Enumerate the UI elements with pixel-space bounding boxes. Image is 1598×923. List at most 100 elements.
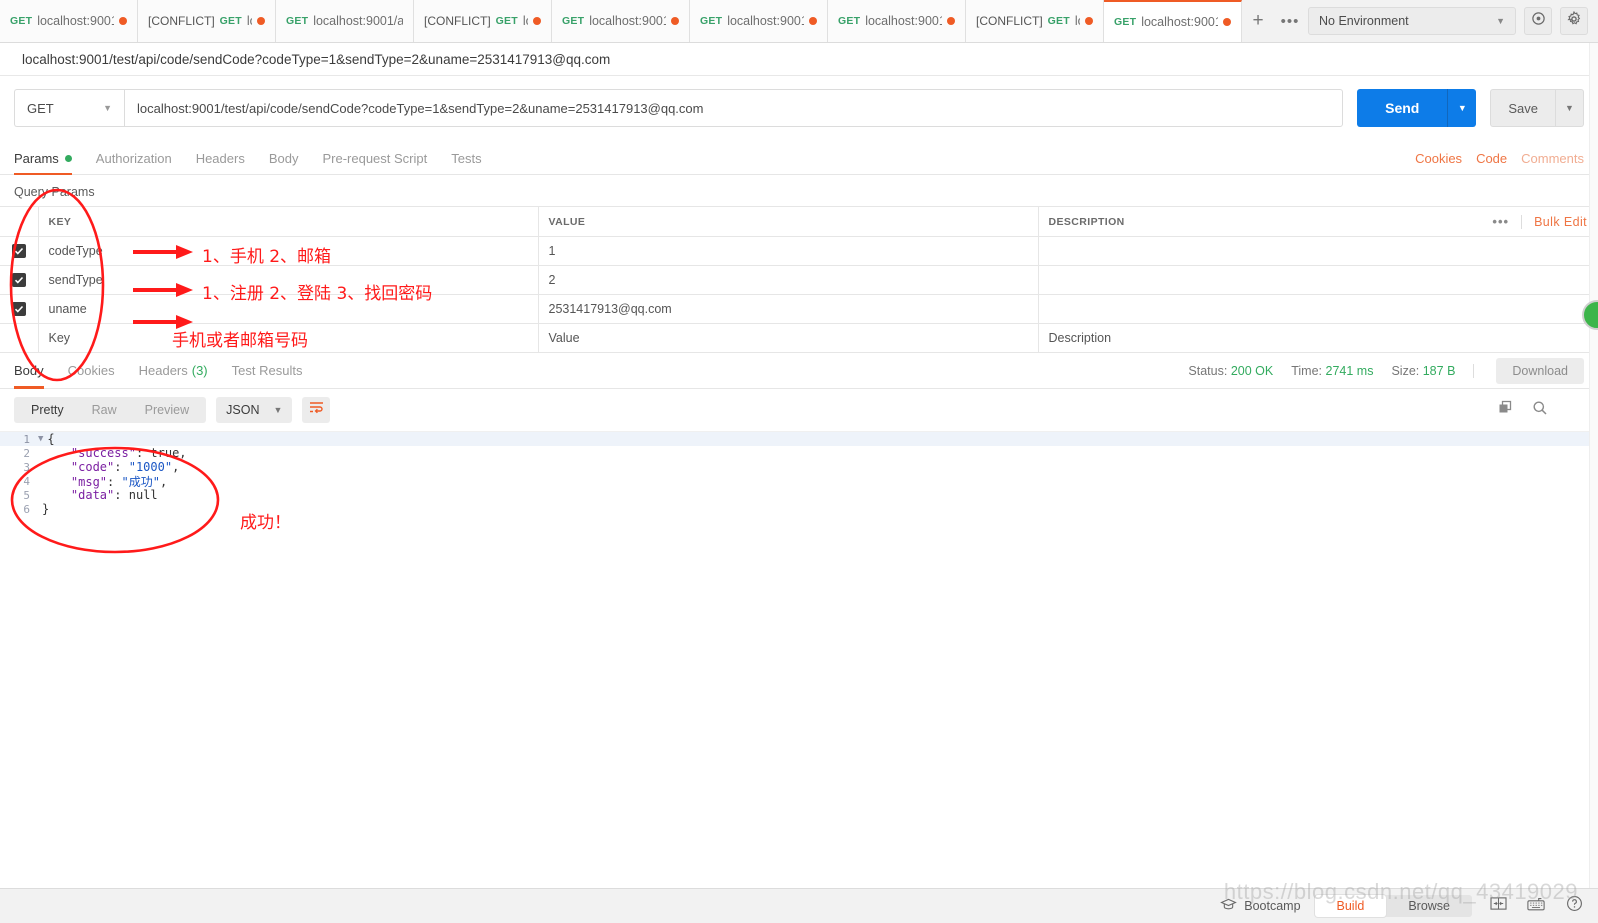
param-value-cell[interactable]: 2 — [537, 265, 1039, 295]
response-tab-headers[interactable]: Headers (3) — [127, 353, 220, 389]
environment-quick-look-button[interactable] — [1524, 7, 1552, 35]
tab-pre-request-script[interactable]: Pre-request Script — [310, 151, 439, 174]
request-tab-6[interactable]: GET localhost:9001/ — [690, 0, 828, 42]
send-button-group: Send ▼ — [1357, 89, 1477, 127]
http-method-value: GET — [27, 100, 54, 116]
tab-method: GET — [10, 15, 33, 27]
cookies-link[interactable]: Cookies — [1415, 151, 1462, 166]
line-number: 3 — [23, 460, 30, 474]
new-tab-button[interactable]: + — [1242, 0, 1274, 42]
tab-conflict-prefix: [CONFLICT] — [976, 14, 1043, 28]
response-body-viewer[interactable]: 1 ▼ { 2 "success": true, 3 "code": "1000… — [0, 431, 1598, 866]
bulk-edit-button[interactable]: Bulk Edit — [1534, 215, 1587, 229]
line-number: 4 — [23, 474, 30, 488]
new-param-value-input[interactable]: Value — [537, 323, 1039, 353]
line-content: "data": null — [70, 488, 158, 502]
unsaved-dot-icon — [947, 17, 955, 25]
vertical-scrollbar[interactable] — [1589, 43, 1598, 888]
param-description-cell[interactable] — [1037, 236, 1598, 266]
line-content: "msg": "成功", — [70, 474, 168, 489]
response-tab-body[interactable]: Body — [14, 353, 56, 389]
view-mode-preview[interactable]: Preview — [131, 399, 203, 421]
tab-authorization[interactable]: Authorization — [84, 151, 184, 174]
http-method-select[interactable]: GET ▼ — [14, 89, 124, 127]
request-tab-2[interactable]: [CONFLICT] GET loca — [138, 0, 276, 42]
request-tab-4[interactable]: [CONFLICT] GET loca — [414, 0, 552, 42]
status-value: 200 OK — [1230, 363, 1274, 378]
status-label: Status: — [1188, 363, 1228, 378]
new-param-description-input[interactable]: Description — [1037, 323, 1598, 353]
settings-button[interactable] — [1560, 7, 1588, 35]
code-line: 5 "data": null — [0, 488, 1598, 502]
response-format-select[interactable]: JSON ▼ — [216, 397, 293, 423]
view-mode-pretty[interactable]: Pretty — [17, 399, 78, 421]
tab-label: loca — [246, 14, 252, 28]
word-wrap-button[interactable] — [302, 397, 331, 423]
request-tab-5[interactable]: GET localhost:9001/ — [552, 0, 690, 42]
param-value-cell[interactable]: 1 — [537, 236, 1039, 266]
code-line: 2 "success": true, — [0, 446, 1598, 460]
tab-body[interactable]: Body — [257, 151, 311, 174]
tab-method: GET — [495, 15, 518, 27]
code-line: 3 "code": "1000", — [0, 460, 1598, 474]
header-description-label: DESCRIPTION — [1048, 215, 1125, 228]
row-checkbox-checked[interactable] — [11, 244, 26, 259]
line-content: { — [47, 432, 55, 446]
tab-conflict-prefix: [CONFLICT] — [148, 14, 215, 28]
time-metric: Time: 2741 ms — [1291, 364, 1373, 378]
param-description-cell[interactable] — [1037, 265, 1598, 295]
tab-tests[interactable]: Tests — [439, 151, 493, 174]
save-button-group: Save ▼ — [1490, 89, 1584, 127]
response-tab-test-results[interactable]: Test Results — [220, 353, 315, 389]
tab-options-button[interactable]: ••• — [1274, 0, 1306, 42]
line-number: 5 — [23, 488, 30, 502]
divider — [1473, 363, 1475, 378]
size-value: 187 B — [1422, 363, 1456, 378]
send-button[interactable]: Send — [1357, 89, 1449, 127]
view-mode-raw[interactable]: Raw — [78, 399, 131, 421]
request-url-input[interactable]: localhost:9001/test/api/code/sendCode?co… — [124, 89, 1344, 127]
row-checkbox-cell[interactable] — [0, 294, 39, 324]
row-checkbox-cell-empty[interactable] — [0, 323, 39, 353]
copy-button[interactable] — [1498, 400, 1514, 421]
row-checkbox-cell[interactable] — [0, 236, 39, 266]
save-options-button[interactable]: ▼ — [1556, 89, 1584, 127]
response-tab-bar: Body Cookies Headers (3) Test Results St… — [0, 353, 1598, 389]
tab-params[interactable]: Params — [14, 151, 84, 175]
download-button[interactable]: Download — [1496, 357, 1584, 384]
line-content: } — [42, 502, 50, 516]
search-button[interactable] — [1532, 400, 1548, 421]
tab-headers[interactable]: Headers — [184, 151, 257, 174]
request-tab-9-active[interactable]: GET localhost:9001/ — [1104, 0, 1242, 42]
copy-icon — [1498, 400, 1514, 420]
code-link[interactable]: Code — [1476, 151, 1507, 166]
response-tab-cookies[interactable]: Cookies — [56, 353, 127, 389]
param-value-cell[interactable]: 2531417913@qq.com — [537, 294, 1039, 324]
word-wrap-icon — [309, 401, 324, 419]
tab-method: GET — [219, 15, 242, 27]
environment-selector[interactable]: No Environment ▼ — [1308, 7, 1516, 35]
tab-strip: GET localhost:9001/ [CONFLICT] GET loca … — [0, 0, 1306, 42]
request-tab-8[interactable]: [CONFLICT] GET loca — [966, 0, 1104, 42]
param-description-cell[interactable] — [1037, 294, 1598, 324]
comments-link[interactable]: Comments — [1521, 151, 1584, 166]
tab-label: localhost:9001/ — [727, 14, 804, 28]
header-description: DESCRIPTION ••• Bulk Edit — [1037, 206, 1598, 237]
unsaved-dot-icon — [119, 17, 127, 25]
tab-method: GET — [1047, 15, 1070, 27]
row-checkbox-checked[interactable] — [11, 302, 26, 317]
request-tab-1[interactable]: GET localhost:9001/ — [0, 0, 138, 42]
row-checkbox-checked[interactable] — [11, 273, 26, 288]
annotation-note-sendtype: 1、注册 2、登陆 3、找回密码 — [202, 284, 433, 304]
params-more-button[interactable]: ••• — [1492, 214, 1509, 229]
request-tab-7[interactable]: GET localhost:9001/ — [828, 0, 966, 42]
row-checkbox-cell[interactable] — [0, 265, 39, 295]
tab-label: localhost:9001/aiw — [313, 14, 403, 28]
request-tab-3[interactable]: GET localhost:9001/aiw — [276, 0, 414, 42]
tab-method: GET — [700, 15, 723, 27]
tab-method: GET — [286, 15, 309, 27]
save-button[interactable]: Save — [1490, 89, 1556, 127]
size-metric: Size: 187 B — [1391, 364, 1455, 378]
request-tab-links: Cookies Code Comments — [1415, 151, 1584, 174]
send-options-button[interactable]: ▼ — [1448, 89, 1477, 127]
